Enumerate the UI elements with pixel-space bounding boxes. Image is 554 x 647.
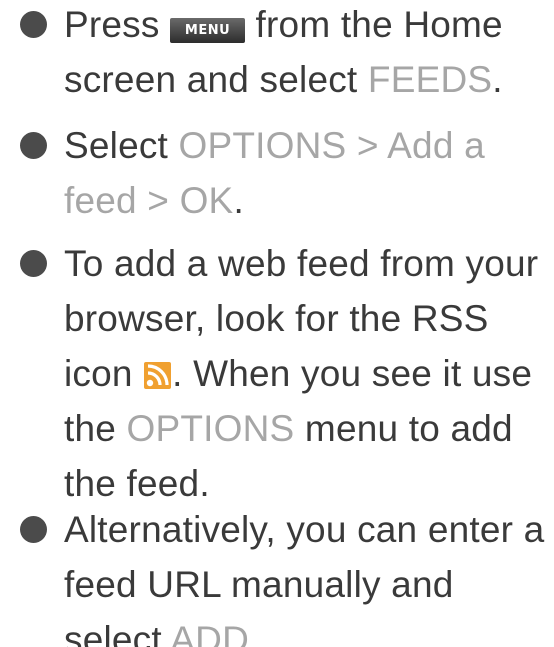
item-text: . (249, 619, 260, 647)
item-text: . (492, 59, 503, 100)
list-item: Alternatively, you can enter a feed URL … (20, 502, 550, 647)
bullet-icon (20, 250, 47, 277)
add-label: ADD (170, 619, 250, 647)
bullet-icon (20, 11, 47, 38)
options-label: OPTIONS (126, 408, 295, 449)
item-text: Press (64, 4, 171, 45)
list-item: To add a web feed from your browser, loo… (20, 236, 550, 511)
bullet-icon (20, 132, 47, 159)
feeds-label: FEEDS (367, 59, 493, 100)
item-text: Select (64, 125, 179, 166)
list-item: Select OPTIONS > Add a feed > OK. (20, 118, 550, 228)
bullet-icon (20, 516, 47, 543)
item-text: Alternatively, you can enter a feed URL … (64, 509, 545, 647)
item-text: . (233, 180, 244, 221)
list-item: Press MENU from the Home screen and sele… (20, 0, 550, 107)
menu-key-icon: MENU (170, 18, 246, 43)
rss-icon (144, 362, 172, 389)
instruction-list: Press MENU from the Home screen and sele… (0, 0, 554, 647)
